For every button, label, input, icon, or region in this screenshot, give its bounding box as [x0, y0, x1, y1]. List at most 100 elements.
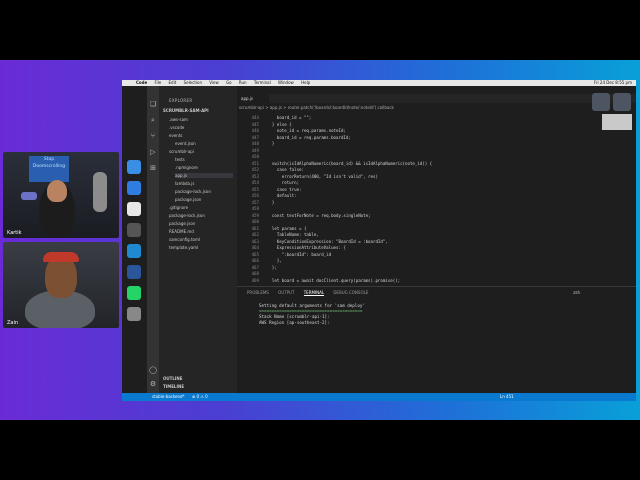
- panel-tabs: PROBLEMS OUTPUT TERMINAL DEBUG CONSOLE: [247, 290, 376, 296]
- terminal-line: ========================================…: [259, 308, 363, 313]
- code-line[interactable]: 463 KeyConditionExpression: "BoardId = :…: [237, 239, 388, 245]
- settings-gear-icon[interactable]: ⚙: [149, 380, 157, 388]
- git-branch[interactable]: stable-backend*: [152, 394, 185, 399]
- menu-window[interactable]: Window: [278, 80, 294, 85]
- code-line[interactable]: 444 board_id = "";: [237, 115, 312, 121]
- terminal-shell-select[interactable]: zsh: [573, 290, 580, 295]
- participant-name: Kartik: [7, 230, 22, 236]
- line-number: 465: [251, 251, 259, 257]
- code-line[interactable]: 468: [237, 271, 267, 277]
- word-icon[interactable]: [127, 265, 141, 279]
- tab-terminal[interactable]: TERMINAL: [303, 290, 325, 296]
- tree-item[interactable]: .gitignore: [169, 205, 188, 210]
- tree-item[interactable]: package.json: [169, 221, 195, 226]
- code-line[interactable]: 451 switch(isIdAlphaNumeric(board_id) &&…: [237, 160, 433, 167]
- chrome-icon[interactable]: [127, 202, 141, 216]
- code-line[interactable]: 467 };: [237, 265, 277, 271]
- trash-icon[interactable]: [127, 307, 141, 321]
- code-line[interactable]: 459 const textForNote = req.body.singleN…: [237, 213, 371, 219]
- menubar-app-name[interactable]: Code: [136, 80, 147, 85]
- code-line[interactable]: 465 ":boardId": board_id: [237, 251, 332, 258]
- cursor-position[interactable]: Ln 451: [500, 393, 514, 401]
- code-line[interactable]: 456 default:: [237, 193, 297, 199]
- code-line[interactable]: 455 case true:: [237, 187, 302, 193]
- code-text: case false:: [267, 167, 304, 172]
- line-number: 458: [251, 206, 259, 211]
- tab-debug-console[interactable]: DEBUG CONSOLE: [333, 290, 368, 295]
- activity-bar: ❏ ⌕ ⑂ ▷ ⊞ ◯ ⚙: [147, 86, 159, 393]
- code-line[interactable]: 460: [237, 219, 267, 225]
- menu-selection[interactable]: Selection: [184, 80, 202, 85]
- vscode-icon[interactable]: [127, 244, 141, 258]
- code-text: return;: [267, 180, 300, 185]
- menu-edit[interactable]: Edit: [169, 80, 177, 85]
- code-text: switch(isIdAlphaNumeric(board_id) && isI…: [267, 160, 433, 166]
- tree-item-selected[interactable]: app.js: [175, 173, 233, 178]
- source-control-icon[interactable]: ⑂: [149, 132, 157, 140]
- code-line[interactable]: 452 case false:: [237, 167, 304, 173]
- code-line[interactable]: 445 } else {: [237, 122, 292, 128]
- timeline-section[interactable]: TIMELINE: [163, 384, 184, 389]
- code-line[interactable]: 461 let params = {: [237, 225, 307, 232]
- code-line[interactable]: 469 let board = await docClient.query(pa…: [237, 277, 401, 284]
- whatsapp-icon[interactable]: [127, 286, 141, 300]
- tree-item[interactable]: lambda.js: [175, 181, 194, 186]
- outline-section[interactable]: OUTLINE: [163, 376, 183, 381]
- code-line[interactable]: 449: [237, 148, 267, 154]
- code-text: }: [267, 141, 275, 146]
- menu-help[interactable]: Help: [301, 80, 310, 85]
- tree-item[interactable]: package-lock.json: [175, 189, 211, 194]
- tree-item[interactable]: tests: [175, 157, 185, 162]
- explorer-icon[interactable]: ❏: [149, 100, 157, 108]
- finder-icon[interactable]: [127, 160, 141, 174]
- tree-item[interactable]: package.json: [175, 197, 201, 202]
- tree-item[interactable]: .vscode: [169, 125, 184, 130]
- line-number: 462: [251, 232, 259, 237]
- tree-item[interactable]: template.yaml: [169, 245, 198, 250]
- code-text: let params = {: [267, 225, 307, 231]
- code-text: let board = await docClient.query(params…: [267, 277, 401, 283]
- problems-count[interactable]: ⊗ 0 ⚠ 0: [192, 394, 208, 399]
- code-line[interactable]: 466 },: [237, 258, 282, 264]
- mail-icon[interactable]: [127, 181, 141, 195]
- menu-go[interactable]: Go: [226, 80, 232, 85]
- line-number: 454: [251, 180, 259, 185]
- search-icon[interactable]: ⌕: [149, 116, 157, 124]
- preview-thumbnail: [602, 114, 632, 130]
- explorer-root[interactable]: SCRUMBLR-SAM-API: [163, 108, 209, 113]
- extensions-icon[interactable]: ⊞: [149, 164, 157, 172]
- line-number: 463: [251, 238, 259, 244]
- code-line[interactable]: 464 ExpressionAttributeValues: {: [237, 245, 346, 251]
- code-line[interactable]: 450: [237, 154, 267, 160]
- tree-item[interactable]: event.json: [175, 141, 196, 146]
- code-line[interactable]: 457 }: [237, 200, 275, 206]
- line-number: 453: [251, 173, 259, 179]
- terminal-input[interactable]: AWS Region [ap-southeast-2]:: [259, 320, 332, 325]
- code-text: } else {: [267, 121, 292, 127]
- tree-item[interactable]: .aws-sam: [169, 117, 188, 122]
- tree-item[interactable]: events: [169, 133, 182, 138]
- code-line[interactable]: 446 note_id = req.params.noteId;: [237, 128, 346, 134]
- menu-run[interactable]: Run: [239, 80, 247, 85]
- code-line[interactable]: 462 TableName: table,: [237, 232, 319, 238]
- menu-terminal[interactable]: Terminal: [254, 80, 271, 85]
- code-line[interactable]: 448 }: [237, 141, 275, 147]
- account-icon[interactable]: ◯: [149, 366, 157, 374]
- code-line[interactable]: 454 return;: [237, 180, 299, 186]
- line-number: 450: [251, 154, 259, 159]
- tree-item[interactable]: README.md: [169, 229, 194, 234]
- tab-problems[interactable]: PROBLEMS: [247, 290, 269, 295]
- code-line[interactable]: 458: [237, 206, 267, 212]
- tree-item[interactable]: package-lock.json: [169, 213, 205, 218]
- menu-view[interactable]: View: [209, 80, 219, 85]
- run-debug-icon[interactable]: ▷: [149, 148, 157, 156]
- tab-app-js[interactable]: app.js: [237, 94, 269, 103]
- code-line[interactable]: 453 errorReturn(400, "Id isn't valid", r…: [237, 174, 378, 180]
- tab-output[interactable]: OUTPUT: [278, 290, 294, 295]
- tree-item[interactable]: .npmignore: [175, 165, 198, 170]
- tree-item[interactable]: samconfig.toml: [169, 237, 200, 242]
- tree-item[interactable]: scrumblr-api: [169, 149, 194, 154]
- menu-file[interactable]: File: [155, 80, 162, 85]
- code-line[interactable]: 447 board_id = req.params.boardId;: [237, 135, 351, 141]
- code-editor: app.js scrumblr-api > app.js > router.pa…: [237, 86, 636, 286]
